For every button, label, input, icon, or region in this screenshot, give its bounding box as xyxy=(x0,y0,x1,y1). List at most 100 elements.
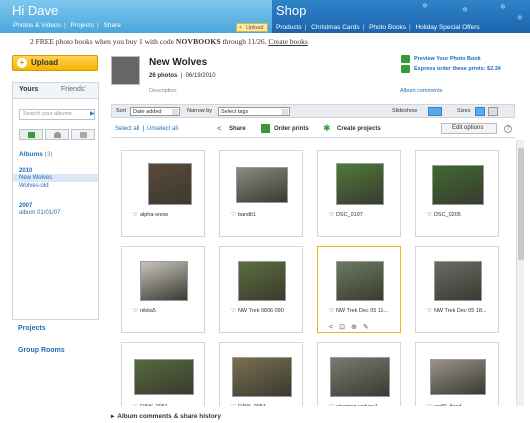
upload-small-button[interactable]: Upload xyxy=(236,23,268,32)
photo-caption[interactable]: bandit1 xyxy=(231,212,256,218)
preview-label: Preview Your Photo Book xyxy=(414,56,481,62)
scrollbar-thumb[interactable] xyxy=(518,148,524,260)
tab-friends[interactable]: Friends' xyxy=(61,86,86,93)
shop-title[interactable]: Shop xyxy=(276,3,306,18)
shop-products[interactable]: Products xyxy=(276,24,302,31)
create-projects-button[interactable]: Create projects xyxy=(337,126,381,132)
size-small-button[interactable] xyxy=(475,107,485,116)
narrow-label: Narrow by xyxy=(187,108,213,114)
photo-card[interactable]: RAW_0051 xyxy=(121,342,205,406)
narrow-tags-select[interactable]: Select tags xyxy=(218,107,290,116)
size-large-button[interactable] xyxy=(488,107,498,116)
view-albums-button[interactable] xyxy=(19,129,43,140)
photo-action-icons[interactable]: <⊡⊕✎ xyxy=(329,323,375,331)
view-shared-button[interactable] xyxy=(71,129,95,140)
search-go-icon[interactable]: ▶ xyxy=(90,110,96,119)
help-icon[interactable]: ? xyxy=(504,125,512,133)
photo-caption[interactable]: wolf2_fixed xyxy=(427,404,462,406)
shop-christmas-cards[interactable]: Christmas Cards xyxy=(311,24,359,31)
header-shop: Shop ❄ ❄ ❄ ❄ Products | Christmas Cards | … xyxy=(272,0,530,33)
upload-button[interactable]: + Upload xyxy=(12,55,98,71)
photo-thumbnail[interactable] xyxy=(430,359,486,395)
view-people-button[interactable] xyxy=(45,129,69,140)
sort-select[interactable]: Date added xyxy=(130,107,180,116)
photo-card[interactable]: alpha-snow xyxy=(121,150,205,237)
sort-toolbar: Sort Date added Narrow by Select tags Sl… xyxy=(111,104,515,118)
preview-photo-book-link[interactable]: Preview Your Photo Book xyxy=(401,55,481,63)
photo-caption[interactable]: sleeping wolves1 xyxy=(329,404,378,406)
photo-thumbnail[interactable] xyxy=(140,261,188,301)
photo-caption[interactable]: nikita5 xyxy=(133,308,156,314)
album-comments-link[interactable]: Album comments xyxy=(400,88,443,94)
book-icon xyxy=(401,55,410,63)
album-wolves-old[interactable]: Wolves-old xyxy=(19,182,98,190)
photo-thumbnail[interactable] xyxy=(434,261,482,301)
albums-label: Albums xyxy=(19,151,43,158)
share-button[interactable]: Share xyxy=(229,126,246,132)
photo-card[interactable]: DSC_0197 xyxy=(317,150,401,237)
slideshow-button[interactable] xyxy=(428,107,442,116)
photo-thumbnail[interactable] xyxy=(238,261,286,301)
projects-link[interactable]: Projects xyxy=(18,325,46,332)
album-list-2007: 2007 album 01/01/07 xyxy=(19,203,98,217)
shared-icon xyxy=(80,132,87,138)
tab-yours[interactable]: Yours xyxy=(19,86,38,93)
photo-card[interactable]: NW Trek Dec 05 18... xyxy=(415,246,499,333)
search-albums-input[interactable]: Search your albums ▶ xyxy=(19,109,95,120)
nav-projects[interactable]: Projects xyxy=(70,22,93,29)
album-list-2010: 2010 New Wolves Wolves-old xyxy=(13,168,98,190)
photo-card[interactable]: NW Trek Dec 05 11... <⊡⊕✎ xyxy=(317,246,401,333)
photo-card[interactable]: DSC_0205 xyxy=(415,150,499,237)
photo-thumbnail[interactable] xyxy=(336,261,384,301)
create-books-link[interactable]: Create books xyxy=(268,37,307,46)
sidebar: Yours Friends' Search your albums ▶ Albu… xyxy=(12,82,99,320)
photo-caption[interactable]: alpha-snow xyxy=(133,212,168,218)
photo-caption[interactable]: NW Trek 0806 090 xyxy=(231,308,284,314)
photo-card[interactable]: wolf2_fixed xyxy=(415,342,499,406)
narrow-value: Select tags xyxy=(221,109,249,115)
prints-icon xyxy=(401,65,410,73)
album-new-wolves[interactable]: New Wolves xyxy=(13,174,98,182)
photo-thumbnail[interactable] xyxy=(330,357,390,397)
upload-label: Upload xyxy=(31,58,59,67)
photo-caption[interactable]: NW Trek Dec 05 18... xyxy=(427,308,487,314)
photo-caption[interactable]: RAW_0051 xyxy=(133,404,168,406)
photo-card[interactable]: NW Trek 0806 090 xyxy=(219,246,303,333)
photo-thumbnail[interactable] xyxy=(236,167,288,203)
albums-heading[interactable]: Albums (3) xyxy=(19,151,53,158)
group-rooms-link[interactable]: Group Rooms xyxy=(18,347,65,354)
photo-card[interactable]: RAW_0054 xyxy=(219,342,303,406)
photo-thumbnail[interactable] xyxy=(336,163,384,205)
select-all-link[interactable]: Select all xyxy=(115,126,139,132)
album-01-01-07[interactable]: album 01/01/07 xyxy=(19,209,98,217)
photo-caption[interactable]: NW Trek Dec 05 11... xyxy=(329,308,388,314)
album-comments-history-toggle[interactable]: Album comments & share history xyxy=(111,412,221,420)
scrollbar[interactable] xyxy=(516,140,524,406)
shop-holiday-offers[interactable]: Holiday Special Offers xyxy=(415,24,479,31)
edit-options-button[interactable]: Edit options xyxy=(441,123,497,134)
photo-caption[interactable]: RAW_0054 xyxy=(231,404,266,406)
photo-thumbnail[interactable] xyxy=(232,357,292,397)
photo-thumbnail[interactable] xyxy=(134,359,194,395)
album-cover-thumbnail[interactable] xyxy=(111,56,140,85)
express-order-link[interactable]: Express order these prints: $2.34 xyxy=(401,65,501,73)
photo-card[interactable]: sleeping wolves1 xyxy=(317,342,401,406)
shop-nav: Products | Christmas Cards | Photo Books | … xyxy=(276,24,480,31)
photo-card[interactable]: bandit1 xyxy=(219,150,303,237)
photo-caption[interactable]: DSC_0197 xyxy=(329,212,363,218)
photo-caption[interactable]: DSC_0205 xyxy=(427,212,461,218)
order-prints-button[interactable]: Order prints xyxy=(274,126,309,132)
view-toggle xyxy=(19,129,95,140)
album-description[interactable]: Description xyxy=(149,88,177,94)
sizes-label: Sizes xyxy=(457,108,471,114)
photo-thumbnail[interactable] xyxy=(432,165,484,205)
photo-card[interactable]: nikita5 xyxy=(121,246,205,333)
nav-share[interactable]: Share xyxy=(103,22,120,29)
photo-thumbnail[interactable] xyxy=(148,163,192,205)
promo-banner: 2 FREE photo books when you buy 1 with c… xyxy=(30,37,308,46)
album-title: New Wolves xyxy=(149,57,208,68)
shop-photo-books[interactable]: Photo Books xyxy=(369,24,406,31)
nav-photos-videos[interactable]: Photos & Videos xyxy=(13,22,61,29)
unselect-all-link[interactable]: Unselect all xyxy=(147,126,178,132)
search-placeholder: Search your albums xyxy=(23,111,72,117)
